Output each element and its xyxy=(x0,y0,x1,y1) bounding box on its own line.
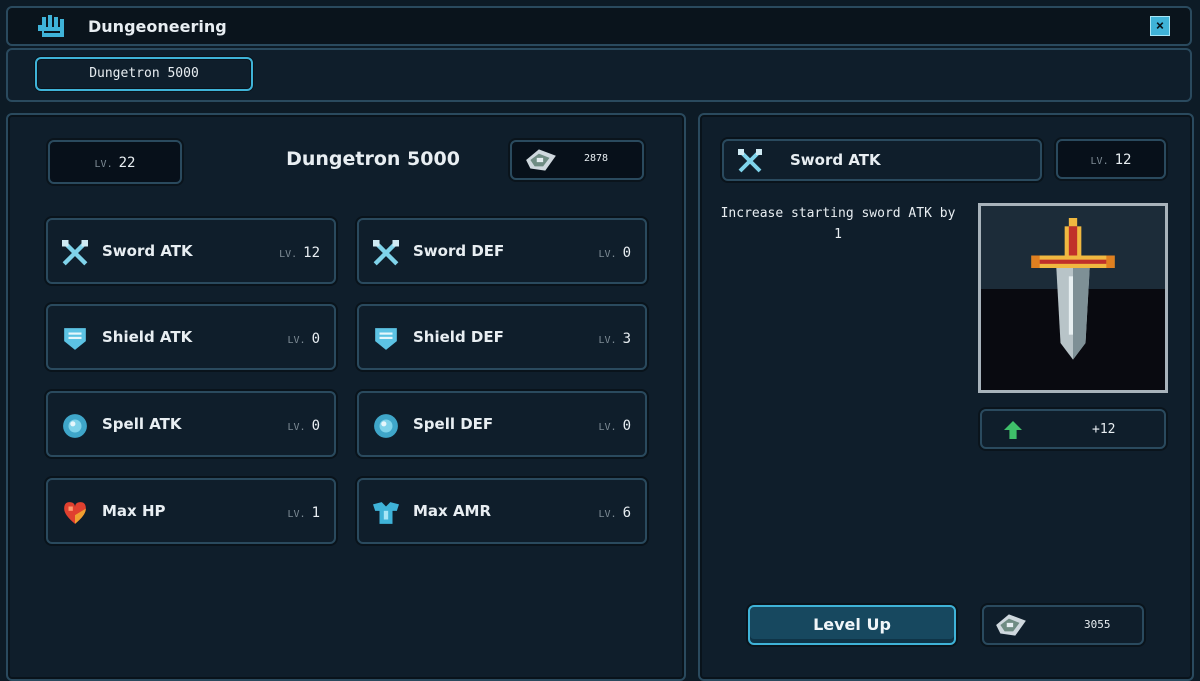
arrow-up-icon xyxy=(1004,421,1022,439)
skill-lv-value: 3 xyxy=(622,331,631,347)
fist-icon xyxy=(38,15,64,37)
skill-lv-value: 1 xyxy=(311,505,320,521)
skill-description: Increase starting sword ATK by 1 xyxy=(720,206,956,242)
skill-lv-label: LV. xyxy=(598,335,617,346)
skill-lv-value: 0 xyxy=(311,418,320,434)
skill-label: Shield DEF xyxy=(413,328,504,346)
bonus-value: +12 xyxy=(1092,422,1116,437)
skill-label: Shield ATK xyxy=(102,328,193,346)
selected-level-box: LV. 12 xyxy=(1056,139,1166,179)
skill-lv-value: 0 xyxy=(622,418,631,434)
level-label: LV. xyxy=(94,159,113,170)
skill-lv-label: LV. xyxy=(287,422,306,433)
level-up-button[interactable]: Level Up xyxy=(748,605,956,645)
skill-lv-value: 6 xyxy=(622,505,631,521)
skill-label: Sword ATK xyxy=(102,242,193,260)
skill-lv-label: LV. xyxy=(598,249,617,260)
skill-label: Max AMR xyxy=(413,502,492,520)
cost-box: 3055 xyxy=(982,605,1144,645)
skill-label: Max HP xyxy=(102,502,166,520)
scrap-metal-icon xyxy=(996,614,1026,636)
sword-icon xyxy=(738,149,762,173)
skill-lv-label: LV. xyxy=(598,422,617,433)
shield-icon xyxy=(64,328,86,350)
title-bar: Dungeoneering × xyxy=(6,6,1192,46)
sword-icon xyxy=(373,240,399,266)
selected-lv-value: 12 xyxy=(1114,152,1132,168)
skill-card-max-hp[interactable]: Max HP LV. 1 xyxy=(46,478,336,544)
sword-item-icon xyxy=(1031,218,1115,360)
tab-dungetron[interactable]: Dungetron 5000 xyxy=(35,57,253,91)
heart-icon xyxy=(64,502,86,524)
bonus-box: +12 xyxy=(980,409,1166,449)
sword-icon xyxy=(62,240,88,266)
skill-card-max-amr[interactable]: Max AMR LV. 6 xyxy=(357,478,647,544)
shield-icon xyxy=(375,328,397,350)
skill-card-spell-atk[interactable]: Spell ATK LV. 0 xyxy=(46,391,336,457)
skill-card-shield-def[interactable]: Shield DEF LV. 3 xyxy=(357,304,647,370)
selected-skill-name: Sword ATK xyxy=(790,151,881,169)
orb-icon xyxy=(374,414,398,438)
close-icon: × xyxy=(1155,18,1165,34)
item-preview-frame xyxy=(978,203,1168,393)
cost-value: 3055 xyxy=(1084,618,1111,631)
selected-skill-header: Sword ATK xyxy=(722,139,1042,181)
level-value: 22 xyxy=(118,155,136,171)
skill-card-spell-def[interactable]: Spell DEF LV. 0 xyxy=(357,391,647,457)
skill-lv-value: 0 xyxy=(311,331,320,347)
armor-icon xyxy=(373,502,399,524)
currency-value: 2878 xyxy=(584,153,609,164)
skills-panel: LV. 22 Dungetron 5000 2878 Sword ATK LV. 1… xyxy=(6,113,686,681)
tab-bar: Dungetron 5000 xyxy=(6,48,1192,102)
level-box: LV. 22 xyxy=(48,140,182,184)
close-button[interactable]: × xyxy=(1150,16,1170,36)
window-title: Dungeoneering xyxy=(88,17,227,36)
currency-box: 2878 xyxy=(510,140,644,180)
skill-lv-label: LV. xyxy=(287,335,306,346)
skill-lv-value: 12 xyxy=(303,245,320,261)
skill-lv-label: LV. xyxy=(598,509,617,520)
skill-label: Spell DEF xyxy=(413,415,494,433)
skill-card-sword-def[interactable]: Sword DEF LV. 0 xyxy=(357,218,647,284)
skill-card-sword-atk[interactable]: Sword ATK LV. 12 xyxy=(46,218,336,284)
dungeon-name: Dungetron 5000 xyxy=(286,148,460,170)
selected-lv-label: LV. xyxy=(1090,156,1109,167)
skill-lv-value: 0 xyxy=(622,245,631,261)
skill-label: Spell ATK xyxy=(102,415,182,433)
skill-lv-label: LV. xyxy=(279,249,298,260)
skill-detail-panel: Sword ATK LV. 12 Increase starting sword … xyxy=(698,113,1194,681)
scrap-metal-icon xyxy=(526,149,556,171)
skill-lv-label: LV. xyxy=(287,509,306,520)
skill-label: Sword DEF xyxy=(413,242,505,260)
orb-icon xyxy=(63,414,87,438)
skill-card-shield-atk[interactable]: Shield ATK LV. 0 xyxy=(46,304,336,370)
